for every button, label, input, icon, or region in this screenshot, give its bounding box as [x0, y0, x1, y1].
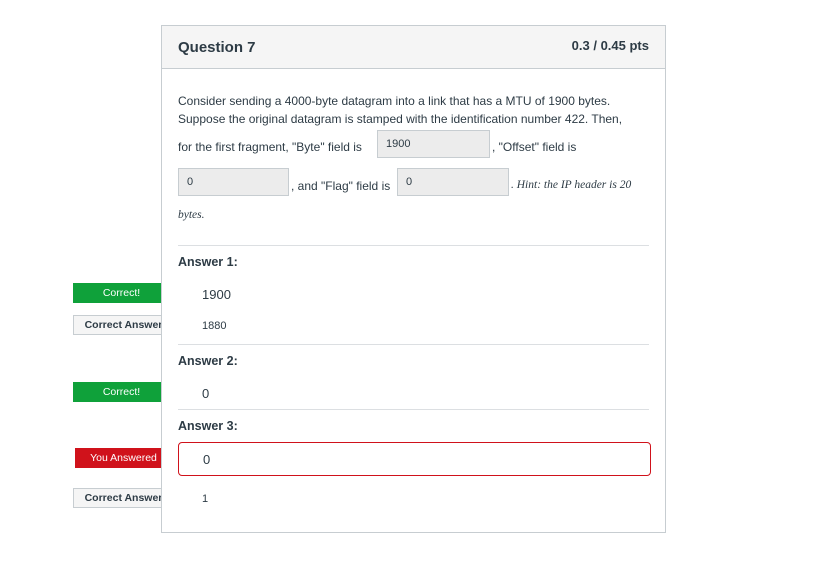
flag-field-input[interactable]: 0 — [397, 168, 509, 196]
answer-3-label: Answer 3: — [178, 419, 238, 433]
divider — [178, 245, 649, 246]
answer-3-correct: 1 — [202, 493, 209, 505]
question-title: Question 7 — [178, 39, 256, 56]
question-text-line-1: Consider sending a 4000-byte datagram in… — [178, 94, 611, 108]
correct-flag-1: Correct! — [73, 283, 170, 303]
hint-text-continued: bytes. — [178, 209, 205, 221]
question-text-line-4a: , and "Flag" field is — [291, 179, 391, 193]
question-text-line-3a: for the first fragment, "Byte" field is — [178, 140, 362, 154]
answer-3-wrong-box: 0 — [178, 442, 651, 476]
correct-answer-flag-3: Correct Answer — [73, 488, 174, 508]
byte-field-input[interactable]: 1900 — [377, 130, 490, 158]
divider — [178, 344, 649, 345]
answer-1-given: 1900 — [202, 287, 231, 302]
answer-2-label: Answer 2: — [178, 354, 238, 368]
question-points: 0.3 / 0.45 pts — [571, 38, 649, 53]
question-text-line-2: Suppose the original datagram is stamped… — [178, 112, 623, 126]
offset-field-input[interactable]: 0 — [178, 168, 289, 196]
question-card: Question 7 0.3 / 0.45 pts Consider sendi… — [161, 25, 666, 533]
answer-1-label: Answer 1: — [178, 255, 238, 269]
correct-answer-flag-1: Correct Answer — [73, 315, 174, 335]
question-text-line-3b: , "Offset" field is — [492, 140, 577, 154]
answer-2-given: 0 — [202, 386, 210, 401]
answer-3-given: 0 — [203, 452, 211, 467]
you-answered-flag-3: You Answered — [75, 448, 172, 468]
correct-flag-2: Correct! — [73, 382, 170, 402]
answer-1-correct: 1880 — [202, 320, 227, 332]
question-header: Question 7 0.3 / 0.45 pts — [162, 26, 665, 69]
divider — [178, 409, 649, 410]
hint-text: . Hint: the IP header is 20 — [511, 179, 632, 191]
